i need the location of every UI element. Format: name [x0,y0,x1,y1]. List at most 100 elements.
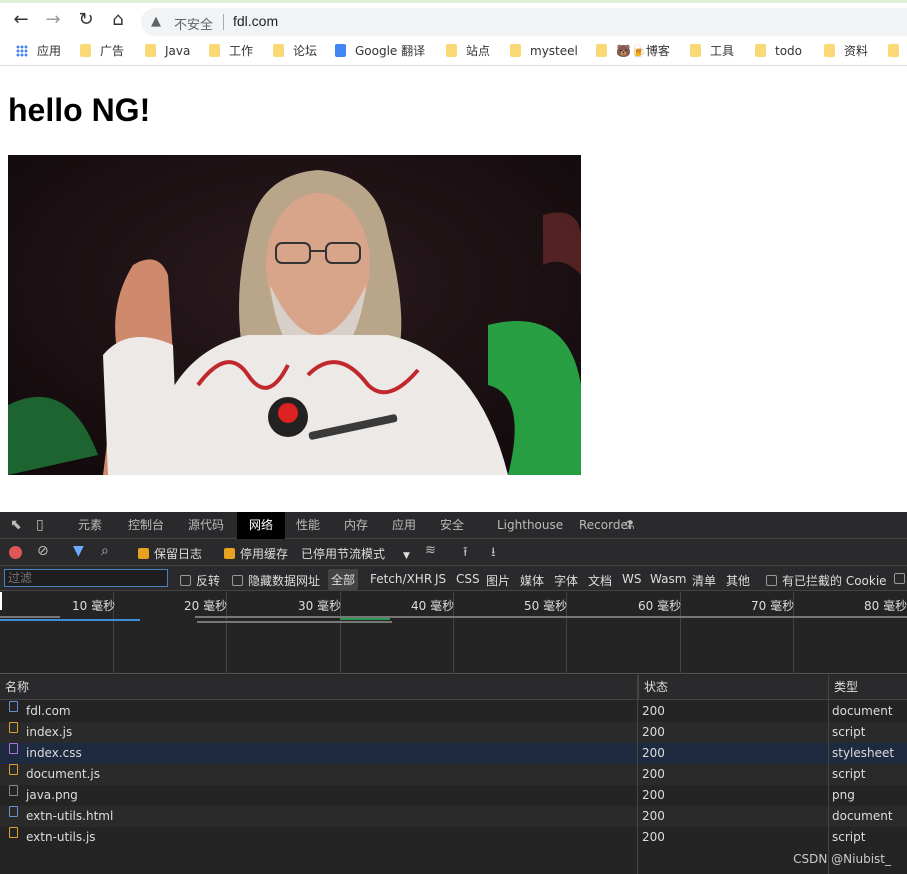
filter-type-font[interactable]: 字体 [554,572,578,589]
checkbox-checked[interactable] [224,548,235,559]
apps-grid-icon [16,45,28,57]
filter-icon[interactable]: ▼ [73,543,84,559]
bookmark-item[interactable]: 资料 [824,43,868,59]
checkbox-checked[interactable] [138,548,149,559]
request-status: 200 [642,704,665,718]
column-divider[interactable] [828,675,829,874]
bookmark-item[interactable]: Java [145,43,190,59]
tab-lighthouse[interactable]: Lighthouse [489,512,571,539]
request-type: png [832,788,855,802]
request-status: 200 [642,725,665,739]
tab-network[interactable]: 网络 [237,512,286,539]
throttling-select[interactable]: 已停用节流模式 ▼ [301,545,410,562]
tab-security[interactable]: 安全 [432,512,472,539]
disable-cache-label: 停用缓存 [240,547,289,561]
filter-type-fetch[interactable]: Fetch/XHR [370,572,432,586]
filter-type-css[interactable]: CSS [456,572,480,586]
table-row[interactable]: extn-utils.html 200 document [0,806,907,827]
blocked-cookies-checkbox[interactable]: 有已拦截的 Cookie [766,572,887,589]
checkbox-unchecked[interactable] [766,575,777,586]
bookmark-label: 工作 [229,44,254,58]
tab-application[interactable]: 应用 [384,512,424,539]
reload-icon[interactable]: ↻ [75,9,97,31]
network-conditions-icon[interactable]: ≋ [425,543,436,558]
upload-icon[interactable]: ⭱ [463,543,468,565]
filter-type-wasm[interactable]: Wasm [650,572,686,586]
network-filter-bar: 反转 隐藏数据网址 全部 Fetch/XHR JS CSS 图片 媒体 字体 文… [0,566,907,591]
tab-memory[interactable]: 内存 [336,512,376,539]
bookmark-item[interactable]: 站点 [446,43,490,59]
bookmark-item[interactable]: 🐻🍺博客 [596,43,670,59]
bookmark-apps[interactable]: 应用 [16,43,61,59]
table-row[interactable]: index.css 200 stylesheet [0,743,907,764]
filter-input[interactable] [4,569,168,587]
checkbox-unchecked[interactable] [180,575,191,586]
bookmark-item[interactable]: 工作 [209,43,253,59]
folder-icon [510,44,521,57]
filter-type-all[interactable]: 全部 [328,569,359,590]
table-row[interactable]: fdl.com 200 document [0,701,907,722]
bookmark-item[interactable]: 论坛 [273,43,317,59]
timeline-tick: 80 毫秒 [864,599,907,613]
forward-icon[interactable]: → [42,9,64,31]
checkbox-unchecked[interactable] [232,575,243,586]
download-icon[interactable]: ⭳ [491,543,496,565]
bookmark-overflow[interactable] [888,43,907,59]
filter-type-ws[interactable]: WS [622,572,641,586]
request-type: script [832,725,866,739]
tab-console[interactable]: 控制台 [120,512,172,539]
bookmark-label: todo [775,44,803,58]
timeline-bar [0,616,60,618]
search-icon[interactable]: ⌕ [101,543,109,559]
bookmark-item[interactable]: 广告 [80,43,124,59]
inspect-icon[interactable]: ⬉ [2,512,30,539]
table-row[interactable]: java.png 200 png [0,785,907,806]
bookmark-label: 资料 [844,44,869,58]
folder-icon [209,44,220,57]
filter-type-other[interactable]: 其他 [726,572,750,589]
bookmark-label: Google 翻译 [355,44,426,58]
bookmark-label: 站点 [466,44,491,58]
address-bar[interactable]: ▲ 不安全 fdl.com [141,8,907,36]
overflow-checkbox[interactable] [894,572,907,586]
watermark: CSDN @Niubist_ [793,852,891,866]
filter-type-js[interactable]: JS [435,572,446,586]
tab-performance[interactable]: 性能 [288,512,328,539]
disable-cache-checkbox[interactable]: 停用缓存 [224,545,288,562]
checkbox-unchecked[interactable] [894,573,905,584]
table-row[interactable]: index.js 200 script [0,722,907,743]
column-header-status[interactable]: 状态 [638,675,828,700]
clear-icon[interactable]: ⊘ [37,543,49,559]
bookmark-item[interactable]: todo [755,43,802,59]
timeline-tick: 40 毫秒 [411,599,455,613]
tab-elements[interactable]: 元素 [70,512,110,539]
invert-checkbox[interactable]: 反转 [180,572,220,589]
column-header-name[interactable]: 名称 [0,675,638,700]
back-icon[interactable]: ← [10,9,32,31]
table-row[interactable]: document.js 200 script [0,764,907,785]
bookmark-item[interactable]: Google 翻译 [335,43,425,59]
home-icon[interactable]: ⌂ [107,9,129,31]
table-row[interactable]: extn-utils.js 200 script [0,827,907,848]
tab-sources[interactable]: 源代码 [180,512,232,539]
filter-type-media[interactable]: 媒体 [520,572,544,589]
google-translate-icon [335,44,346,57]
device-toolbar-icon[interactable]: ▯ [28,512,52,539]
network-overview[interactable]: 10 毫秒 20 毫秒 30 毫秒 40 毫秒 50 毫秒 60 毫秒 70 毫… [0,592,907,674]
bookmark-item[interactable]: mysteel [510,43,578,59]
hide-data-urls-checkbox[interactable]: 隐藏数据网址 [232,572,320,589]
column-divider[interactable] [637,675,638,874]
file-icon [9,722,18,733]
hide-data-urls-label: 隐藏数据网址 [248,574,321,588]
preserve-log-checkbox[interactable]: 保留日志 [138,545,202,562]
record-icon[interactable] [9,546,22,559]
filter-type-img[interactable]: 图片 [486,572,510,589]
folder-icon [273,44,284,57]
column-header-type[interactable]: 类型 [828,675,907,700]
throttle-value: 已停用节流模式 [301,547,386,561]
filter-type-doc[interactable]: 文档 [588,572,612,589]
url-text[interactable]: fdl.com [233,13,278,29]
insecure-label[interactable]: 不安全 [174,14,213,33]
filter-type-manifest[interactable]: 清单 [692,572,716,589]
bookmark-item[interactable]: 工具 [690,43,734,59]
